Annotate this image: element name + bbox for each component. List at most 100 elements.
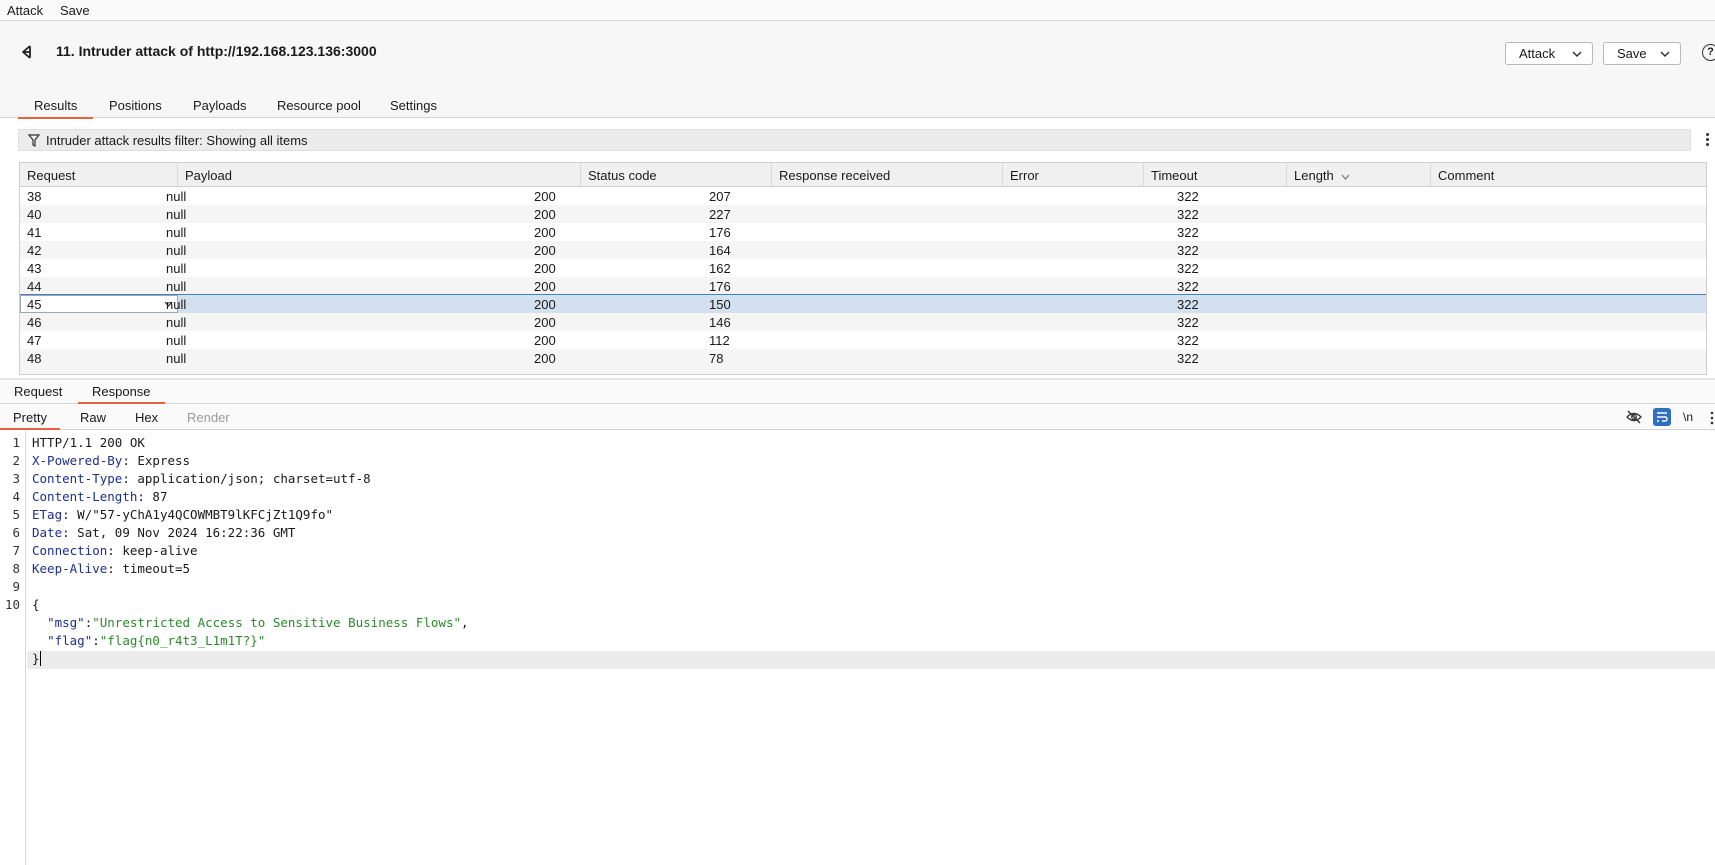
table-row[interactable]: 44 null 200 176 322 [20, 277, 1706, 295]
pane-splitter[interactable] [0, 378, 1715, 380]
tab-settings[interactable]: Settings [390, 98, 437, 113]
header-line: ETag: W/"57-yChA1y4QCOWMBT9lKFCjZt1Q9fo" [32, 507, 334, 522]
line-number: 1 [12, 435, 20, 450]
newline-toggle[interactable]: \n [1683, 410, 1701, 428]
menu-bar: Attack Save [0, 0, 1715, 21]
tab-request[interactable]: Request [14, 384, 62, 399]
request-number-editor[interactable] [20, 295, 178, 313]
header-name: Keep-Alive [32, 561, 108, 576]
cell-request: 46 [27, 315, 42, 330]
header-line: Keep-Alive: timeout=5 [32, 561, 191, 576]
table-row[interactable]: 45 null 200 150 322 [20, 294, 1706, 314]
cell-length: 322 [1177, 261, 1199, 276]
cell-status: 200 [534, 279, 556, 294]
cell-payload: null [166, 333, 187, 348]
response-editor[interactable]: 1 2 3 4 5 6 7 8 9 10 HTTP/1.1 200 OK X-P… [0, 431, 1715, 865]
menu-attack[interactable]: Attack [7, 3, 43, 18]
sort-desc-icon [1341, 174, 1350, 180]
cell-request: 40 [27, 207, 42, 222]
page-title: 11. Intruder attack of http://192.168.12… [56, 43, 377, 59]
col-comment[interactable]: Comment [1431, 163, 1706, 187]
col-error[interactable]: Error [1003, 163, 1144, 187]
tab-raw[interactable]: Raw [80, 410, 106, 425]
table-row[interactable]: 40 null 200 227 322 [20, 205, 1706, 223]
cell-received: 112 [709, 333, 730, 348]
tab-results[interactable]: Results [18, 98, 94, 119]
cell-status: 200 [534, 297, 556, 312]
tab-render[interactable]: Render [187, 410, 230, 425]
line-number: 4 [12, 489, 20, 504]
cell-received: 78 [709, 351, 724, 366]
cell-received: 146 [709, 315, 731, 330]
col-length[interactable]: Length [1287, 163, 1431, 187]
help-icon[interactable]: ? [1702, 44, 1715, 61]
tab-positions[interactable]: Positions [109, 98, 162, 113]
cell-request: 48 [27, 351, 42, 366]
header-line: Connection: keep-alive [32, 543, 198, 558]
cell-payload: null [166, 225, 187, 240]
cell-received: 164 [709, 243, 731, 258]
tab-response[interactable]: Response [78, 384, 165, 404]
header-name: Content-Length [32, 489, 138, 504]
col-response-received[interactable]: Response received [772, 163, 1003, 187]
cell-payload: null [166, 351, 187, 366]
tab-resource-pool[interactable]: Resource pool [277, 98, 361, 113]
back-icon[interactable] [18, 42, 38, 62]
table-row[interactable]: 41 null 200 176 322 [20, 223, 1706, 241]
cell-length: 322 [1177, 351, 1199, 366]
save-button-label: Save [1617, 46, 1647, 61]
more-options-icon[interactable] [1710, 411, 1714, 429]
attack-button[interactable]: Attack [1505, 42, 1593, 65]
col-timeout[interactable]: Timeout [1144, 163, 1287, 187]
table-row[interactable]: 46 null 200 146 322 [20, 313, 1706, 331]
cell-payload: null [166, 315, 187, 330]
header-value: W/"57-yChA1y4QCOWMBT9lKFCjZt1Q9fo" [69, 507, 334, 522]
col-status-code[interactable]: Status code [581, 163, 772, 187]
menu-save[interactable]: Save [60, 3, 90, 18]
more-options-icon[interactable] [1706, 131, 1710, 149]
cell-status: 200 [534, 207, 556, 222]
line-number: 7 [12, 543, 20, 558]
header-value: timeout=5 [114, 561, 191, 576]
tab-pretty[interactable]: Pretty [0, 410, 60, 430]
json-flag-line: "flag":"flag{n0_r4t3_L1m1T?}" [47, 633, 266, 648]
cell-request: 43 [27, 261, 42, 276]
table-row[interactable]: 48 null 200 78 322 [20, 349, 1706, 367]
hide-eye-icon[interactable] [1625, 408, 1643, 426]
table-row[interactable]: 43 null 200 162 322 [20, 259, 1706, 277]
cell-received: 176 [709, 225, 731, 240]
table-row[interactable] [20, 367, 1706, 374]
cell-status: 200 [534, 243, 556, 258]
header-name: Content-Type [32, 471, 123, 486]
wrap-lines-icon[interactable] [1653, 408, 1671, 426]
col-payload[interactable]: Payload [178, 163, 581, 187]
cell-payload: null [166, 279, 187, 294]
tab-hex[interactable]: Hex [135, 410, 158, 425]
cell-request: 45 [27, 297, 42, 312]
col-request[interactable]: Request [20, 163, 178, 187]
header-value: application/json; charset=utf-8 [129, 471, 371, 486]
tab-payloads[interactable]: Payloads [193, 98, 246, 113]
table-row[interactable]: 38 null 200 207 322 [20, 187, 1706, 205]
json-value: "Unrestricted Access to Sensitive Busine… [92, 615, 461, 630]
table-row[interactable]: 42 null 200 164 322 [20, 241, 1706, 259]
chevron-down-icon [1572, 51, 1582, 58]
cell-request: 44 [27, 279, 42, 294]
cell-received: 150 [709, 297, 731, 312]
save-button[interactable]: Save [1603, 42, 1681, 65]
attack-header [0, 21, 1715, 97]
line-number: 8 [12, 561, 20, 576]
cell-received: 227 [709, 207, 731, 222]
cell-status: 200 [534, 189, 556, 204]
line-number: 2 [12, 453, 20, 468]
filter-icon [28, 134, 40, 147]
results-filter[interactable]: Intruder attack results filter: Showing … [18, 129, 1691, 151]
json-msg-line: "msg":"Unrestricted Access to Sensitive … [47, 615, 469, 630]
cell-payload: null [166, 297, 187, 312]
cell-length: 322 [1177, 207, 1199, 222]
json-value: "flag{n0_r4t3_L1m1T?}" [99, 633, 266, 648]
header-value: keep-alive [114, 543, 198, 558]
table-row[interactable]: 47 null 200 112 322 [20, 331, 1706, 349]
line-number-gutter: 1 2 3 4 5 6 7 8 9 10 [0, 431, 26, 865]
header-line: Content-Length: 87 [32, 489, 168, 504]
